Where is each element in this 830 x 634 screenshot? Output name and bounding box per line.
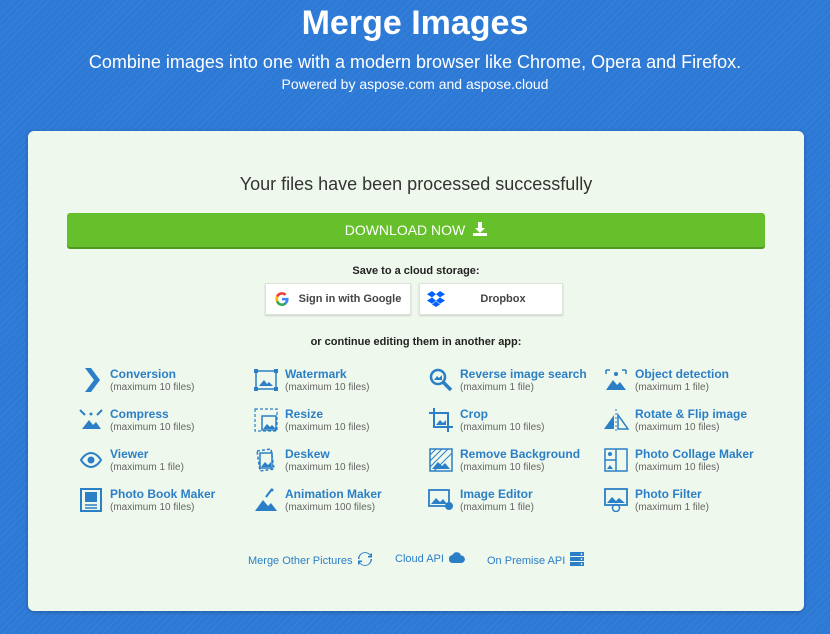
dropbox-button[interactable]: Dropbox	[419, 283, 563, 315]
app-link-conversion[interactable]: Conversion (maximum 10 files)	[78, 367, 248, 403]
server-icon	[570, 552, 585, 569]
app-limit: (maximum 10 files)	[635, 422, 720, 433]
app-link-image-editor[interactable]: Image Editor (maximum 1 file)	[428, 487, 598, 523]
app-limit: (maximum 10 files)	[110, 382, 195, 393]
dropbox-label: Dropbox	[480, 293, 526, 305]
animation-icon	[253, 487, 279, 513]
app-link-deskew[interactable]: Deskew (maximum 10 files)	[253, 447, 423, 483]
app-name: Image Editor	[460, 487, 533, 501]
app-link-crop[interactable]: Crop (maximum 10 files)	[428, 407, 598, 443]
dropbox-icon	[420, 291, 452, 307]
eye-icon	[78, 447, 104, 473]
app-name: Crop	[460, 407, 488, 421]
photo-filter-icon	[603, 487, 629, 513]
app-name: Conversion	[110, 367, 177, 381]
app-name: Resize	[285, 407, 324, 421]
refresh-icon	[357, 552, 372, 569]
app-link-animation-maker[interactable]: Animation Maker (maximum 100 files)	[253, 487, 423, 523]
object-detection-icon	[603, 367, 629, 393]
continue-editing-label: or continue editing them in another app:	[310, 336, 522, 348]
app-limit: (maximum 10 files)	[635, 462, 720, 473]
on-premise-api-link[interactable]: On Premise API	[487, 552, 585, 569]
watermark-icon	[253, 367, 279, 393]
app-limit: (maximum 1 file)	[635, 502, 709, 513]
deskew-icon	[253, 447, 279, 473]
success-message: Your files have been processed successfu…	[239, 174, 593, 194]
app-limit: (maximum 10 files)	[460, 462, 545, 473]
page-subtitle: Combine images into one with a modern br…	[88, 52, 742, 72]
app-limit: (maximum 100 files)	[285, 502, 376, 513]
app-limit: (maximum 10 files)	[460, 422, 545, 433]
app-name: Remove Background	[460, 447, 581, 461]
app-link-object-detection[interactable]: Object detection (maximum 1 file)	[603, 367, 773, 403]
app-link-reverse-image-search[interactable]: Reverse image search (maximum 1 file)	[428, 367, 598, 403]
app-limit: (maximum 10 files)	[285, 422, 370, 433]
app-limit: (maximum 10 files)	[110, 502, 195, 513]
app-name: Object detection	[635, 367, 730, 381]
google-icon	[266, 292, 298, 306]
app-name: Photo Book Maker	[110, 487, 216, 501]
app-limit: (maximum 10 files)	[285, 462, 370, 473]
app-limit: (maximum 10 files)	[110, 422, 195, 433]
app-limit: (maximum 1 file)	[460, 502, 534, 513]
app-link-watermark[interactable]: Watermark (maximum 10 files)	[253, 367, 423, 403]
app-name: Rotate & Flip image	[635, 407, 748, 421]
save-cloud-label: Save to a cloud storage:	[352, 265, 480, 277]
app-name: Reverse image search	[460, 367, 587, 381]
download-label: DOWNLOAD NOW	[344, 222, 466, 238]
app-limit: (maximum 1 file)	[460, 382, 534, 393]
rotate-flip-icon	[603, 407, 629, 433]
remove-background-icon	[428, 447, 454, 473]
cloud-api-label: Cloud API	[395, 553, 444, 565]
on-premise-api-label: On Premise API	[487, 554, 566, 567]
compress-icon	[78, 407, 104, 433]
image-editor-icon	[428, 487, 454, 513]
reverse-search-icon	[428, 367, 454, 393]
app-limit: (maximum 1 file)	[110, 462, 184, 473]
app-name: Photo Filter	[635, 487, 702, 501]
app-link-photo-book-maker[interactable]: Photo Book Maker (maximum 10 files)	[78, 487, 248, 523]
merge-other-link[interactable]: Merge Other Pictures	[248, 552, 372, 569]
app-name: Viewer	[110, 447, 149, 461]
cloud-api-link[interactable]: Cloud API	[395, 552, 465, 566]
app-link-photo-collage-maker[interactable]: Photo Collage Maker (maximum 10 files)	[603, 447, 773, 483]
resize-icon	[253, 407, 279, 433]
page-title: Merge Images	[301, 4, 529, 42]
app-name: Watermark	[285, 367, 347, 381]
app-name: Compress	[110, 407, 169, 421]
merge-other-label: Merge Other Pictures	[248, 554, 353, 567]
app-link-photo-filter[interactable]: Photo Filter (maximum 1 file)	[603, 487, 773, 523]
app-link-viewer[interactable]: Viewer (maximum 1 file)	[78, 447, 248, 483]
powered-by: Powered by aspose.com and aspose.cloud	[281, 76, 549, 92]
app-link-resize[interactable]: Resize (maximum 10 files)	[253, 407, 423, 443]
crop-icon	[428, 407, 454, 433]
collage-icon	[603, 447, 629, 473]
app-link-remove-background[interactable]: Remove Background (maximum 10 files)	[428, 447, 598, 483]
google-signin-button[interactable]: Sign in with Google	[265, 283, 411, 315]
app-name: Deskew	[285, 447, 330, 461]
app-name: Photo Collage Maker	[635, 447, 754, 461]
cloud-icon	[448, 552, 465, 566]
app-limit: (maximum 10 files)	[285, 382, 370, 393]
app-name: Animation Maker	[285, 487, 382, 501]
download-icon	[473, 221, 488, 239]
photo-book-icon	[78, 487, 104, 513]
chevron-right-icon	[78, 367, 104, 393]
app-link-compress[interactable]: Compress (maximum 10 files)	[78, 407, 248, 443]
google-signin-label: Sign in with Google	[298, 293, 402, 305]
app-link-rotate-flip-image[interactable]: Rotate & Flip image (maximum 10 files)	[603, 407, 773, 443]
result-card: Your files have been processed successfu…	[28, 131, 804, 611]
download-button[interactable]: DOWNLOAD NOW	[67, 213, 765, 247]
app-limit: (maximum 1 file)	[635, 382, 709, 393]
